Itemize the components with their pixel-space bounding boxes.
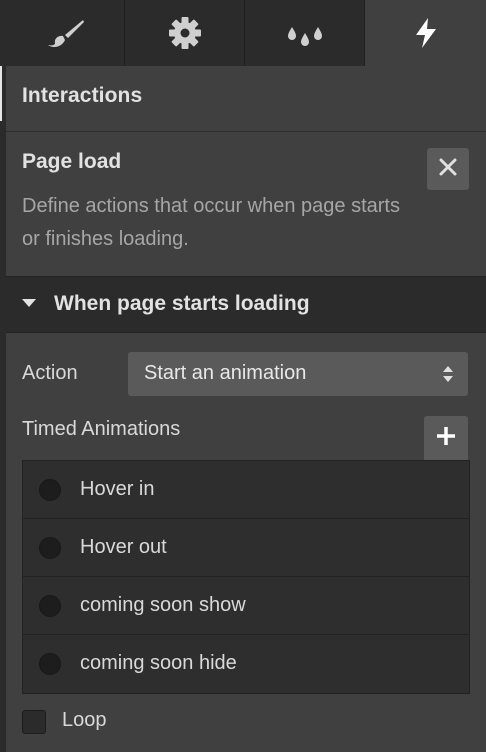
- left-edge-marker: [0, 66, 2, 121]
- action-select[interactable]: Start an animation: [128, 352, 468, 396]
- trigger-header[interactable]: When page starts loading: [6, 276, 486, 333]
- tab-settings[interactable]: [125, 0, 245, 66]
- list-item[interactable]: Hover in: [23, 461, 469, 519]
- left-edge: [0, 0, 6, 752]
- animation-name: Hover in: [80, 478, 155, 500]
- animation-name: coming soon show: [80, 594, 246, 616]
- timed-animations-list: Hover in Hover out coming soon show comi…: [22, 460, 470, 694]
- list-item[interactable]: coming soon show: [23, 577, 469, 635]
- animation-name: Hover out: [80, 536, 167, 558]
- plus-icon: [435, 425, 457, 452]
- trigger-label: When page starts loading: [54, 292, 310, 315]
- page-load-description: Define actions that occur when page star…: [22, 195, 400, 250]
- brush-icon: [45, 18, 85, 48]
- timed-animations-label: Timed Animations: [22, 418, 181, 440]
- action-select-value: Start an animation: [144, 362, 307, 384]
- tab-style[interactable]: [6, 0, 125, 66]
- interactions-panel: Interactions Page load Define actions th…: [0, 0, 486, 752]
- close-button[interactable]: [427, 148, 469, 190]
- action-label: Action: [22, 362, 78, 384]
- loop-checkbox[interactable]: [22, 710, 46, 734]
- lightning-icon: [413, 17, 439, 49]
- status-dot: [39, 479, 61, 501]
- select-arrows-icon: [442, 364, 454, 389]
- status-dot: [39, 595, 61, 617]
- gear-icon: [168, 16, 202, 50]
- tab-style-manager[interactable]: [245, 0, 365, 66]
- panel-tab-bar: [6, 0, 486, 66]
- divider: [6, 131, 486, 132]
- animation-name: coming soon hide: [80, 652, 237, 674]
- list-item[interactable]: Hover out: [23, 519, 469, 577]
- tab-interactions[interactable]: [365, 0, 486, 66]
- close-icon: [438, 157, 458, 182]
- add-animation-button[interactable]: [424, 416, 468, 460]
- section-title: Interactions: [22, 84, 143, 107]
- list-item[interactable]: coming soon hide: [23, 635, 469, 693]
- caret-down-icon: [22, 299, 36, 307]
- page-load-title: Page load: [22, 150, 122, 173]
- status-dot: [39, 537, 61, 559]
- droplets-icon: [285, 19, 325, 47]
- loop-label: Loop: [62, 709, 107, 731]
- status-dot: [39, 653, 61, 675]
